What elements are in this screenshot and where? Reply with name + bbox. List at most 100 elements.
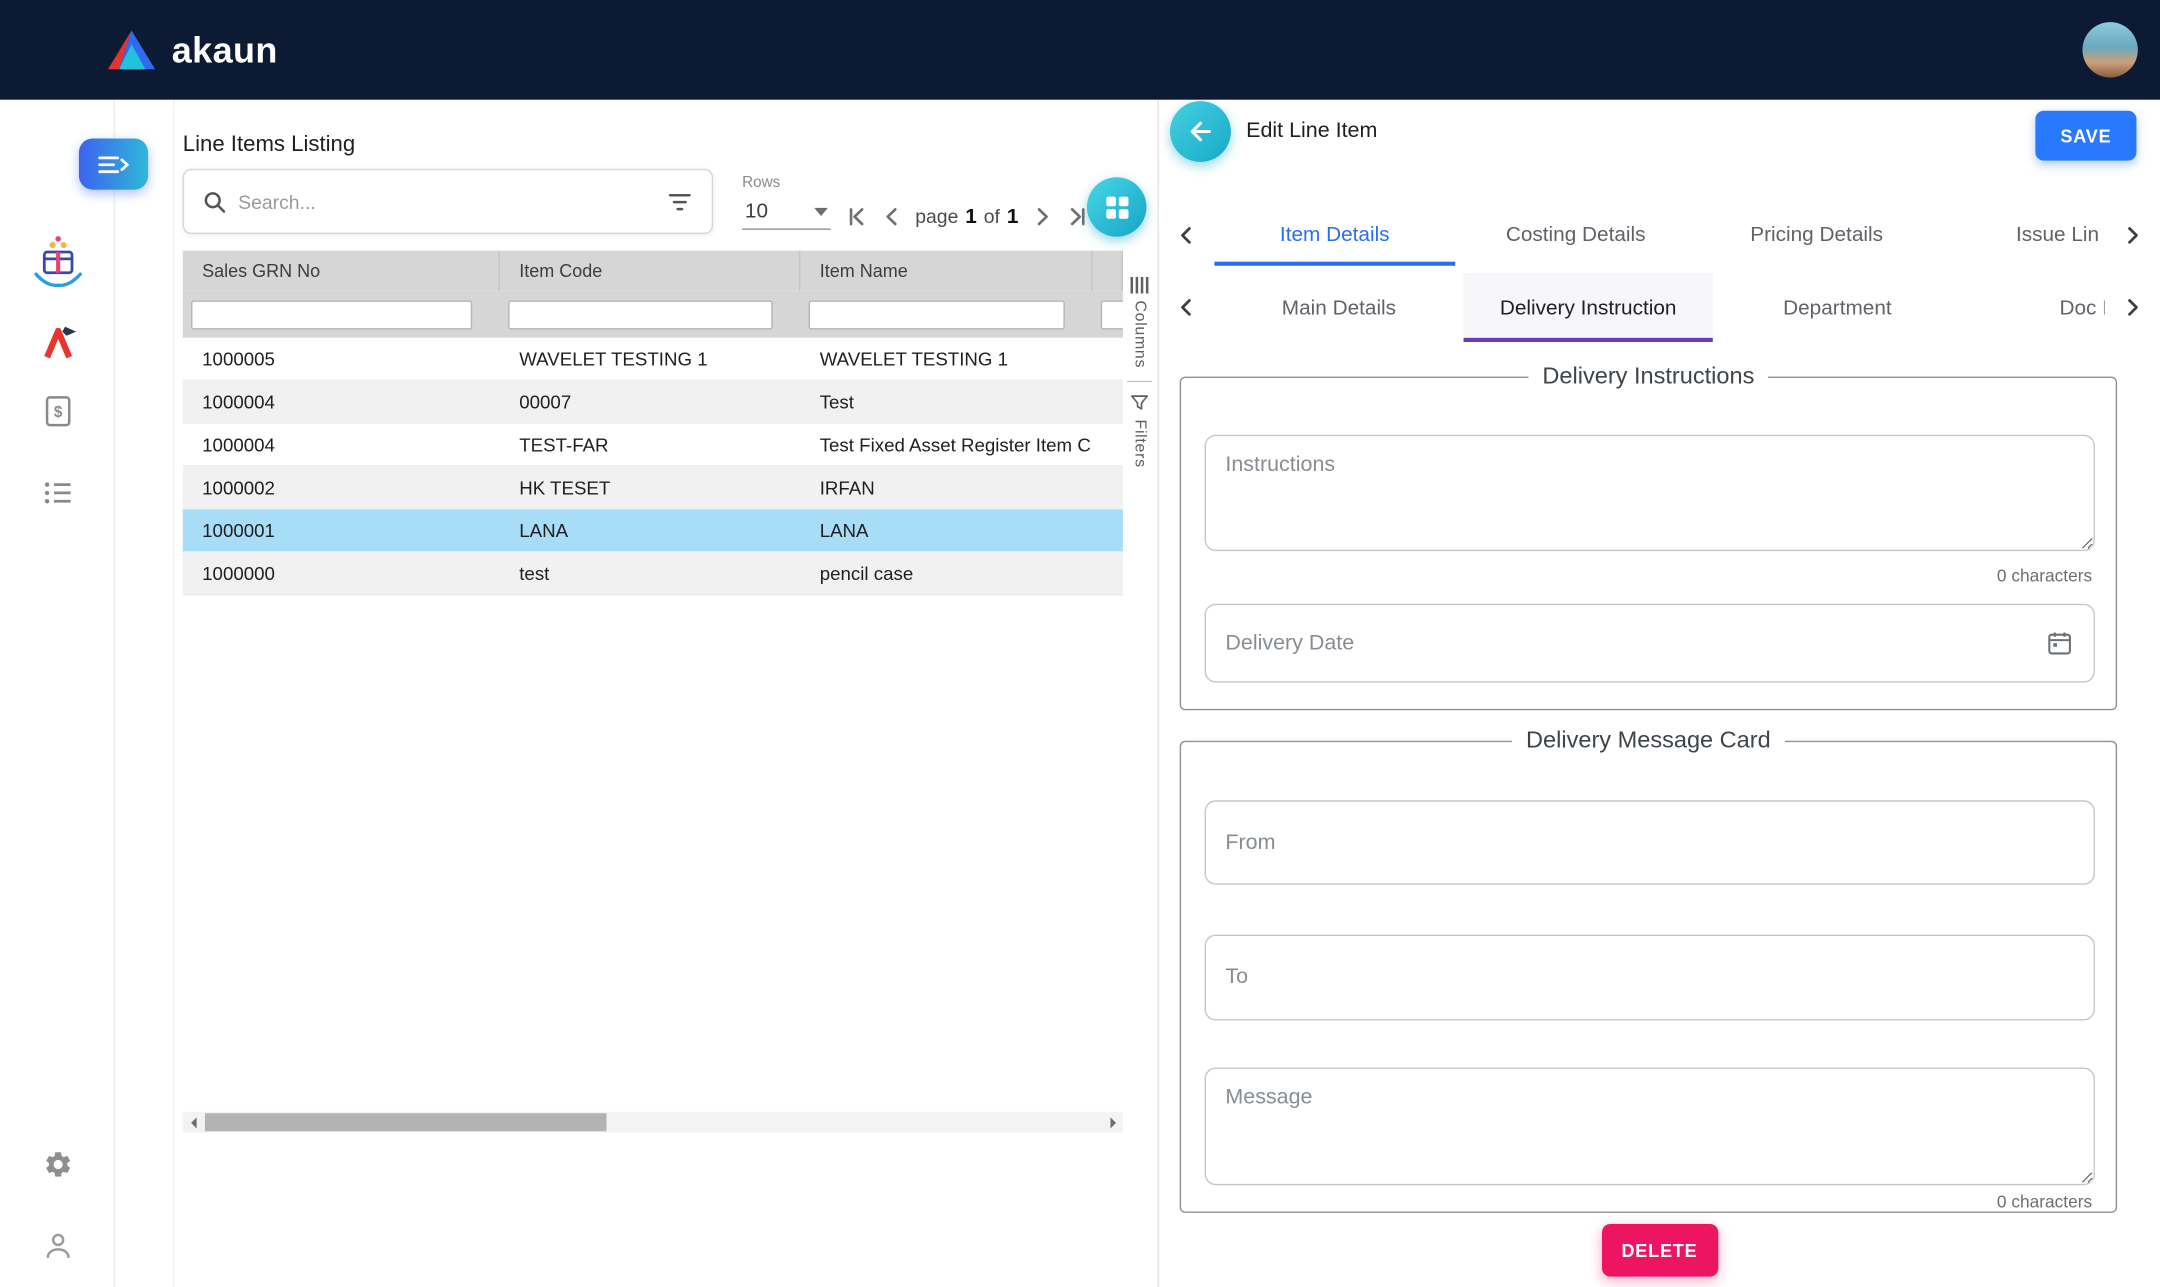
brand-logo-icon [105,28,158,72]
column-header-partial [1092,251,1122,291]
export-red-icon[interactable] [0,324,115,363]
brand: akaun [105,28,278,72]
filter-list-icon[interactable] [666,189,694,214]
filter-input-item-name[interactable] [809,300,1065,329]
table-row[interactable]: 1000005 WAVELET TESTING 1 WAVELET TESTIN… [183,338,1123,381]
calendar-icon[interactable] [2045,629,2074,658]
table-row[interactable]: 1000004 TEST-FAR Test Fixed Asset Regist… [183,424,1123,467]
filter-input-partial[interactable] [1101,300,1123,329]
pagination: page 1 of 1 [840,197,1093,236]
page-word: page [915,204,958,226]
subtabs-scroll-right-button[interactable] [2105,273,2160,342]
tabs-scroll-right-button[interactable] [2105,204,2160,266]
search-input[interactable] [238,190,666,212]
table-body: 1000005 WAVELET TESTING 1 WAVELET TESTIN… [183,338,1123,596]
app-root: akaun $ [0,0,2160,1287]
filters-funnel-icon [1128,392,1150,413]
page-current: 1 [965,204,977,228]
edit-line-item-panel: Edit Line Item SAVE Item Details Costing… [1158,100,2160,1287]
filter-input-item-code[interactable] [508,300,772,329]
scrollbar-thumb[interactable] [205,1113,607,1131]
delivery-date-input[interactable] [1225,631,2045,656]
table-header-row: Sales GRN No Item Code Item Name [183,251,1123,291]
scrollbar-track[interactable] [204,1112,1103,1133]
billing-doc-icon[interactable]: $ [0,393,115,429]
subtabs-scroll-left-button[interactable] [1159,273,1214,342]
rows-per-page-select[interactable]: 10 [742,195,831,230]
scroll-right-arrow[interactable] [1102,1112,1123,1133]
tab-doc-lines[interactable]: Doc L [1962,273,2105,342]
tabs-scroll-left-button[interactable] [1159,204,1214,266]
grid-view-button[interactable] [1087,177,1147,237]
cell-item-code: test [500,563,800,584]
filter-input-sales-grn-no[interactable] [191,300,472,329]
tab-issue-lines[interactable]: Issue Lin [1937,204,2105,266]
from-input[interactable] [1225,830,2074,855]
column-header-item-code[interactable]: Item Code [500,251,800,291]
rows-label: Rows [742,174,833,191]
from-field [1205,800,2095,884]
page-indicator: page 1 of 1 [915,204,1018,228]
page-total: 1 [1007,204,1019,228]
columns-toggle[interactable]: Columns [1131,300,1148,368]
next-page-button[interactable] [1025,198,1058,234]
topbar: akaun [0,0,2160,100]
scroll-left-arrow[interactable] [183,1112,204,1133]
tab-main-details[interactable]: Main Details [1214,273,1463,342]
to-input[interactable] [1225,965,2074,990]
menu-list-icon[interactable] [0,479,115,507]
table-filter-row [183,291,1123,338]
delivery-message-card-group: Delivery Message Card 0 characters [1180,727,2117,1213]
svg-text:$: $ [53,404,62,421]
delivery-instructions-group: Delivery Instructions 0 characters [1180,363,2117,711]
cell-item-code: 00007 [500,391,800,412]
tab-costing-details[interactable]: Costing Details [1455,204,1696,266]
first-page-button[interactable] [840,198,873,234]
message-char-counter: 0 characters [1997,1192,2092,1211]
secondary-tabs-clip: Main Details Delivery Instruction Depart… [1214,273,2104,342]
page-title: Line Items Listing [183,133,355,158]
message-textarea[interactable] [1205,1068,2095,1186]
cell-item-name: Test [800,391,1092,412]
cell-item-name: IRFAN [800,477,1092,498]
horizontal-scrollbar [183,1112,1123,1133]
table-side-strip: Columns Filters [1123,277,1156,468]
table-row[interactable]: 1000000 test pencil case [183,552,1123,595]
cell-sales-grn-no: 1000001 [183,520,500,541]
column-header-sales-grn-no[interactable]: Sales GRN No [183,251,500,291]
primary-tabs: Item Details Costing Details Pricing Det… [1159,204,2160,266]
tab-delivery-instruction[interactable]: Delivery Instruction [1464,273,1713,342]
rows-value: 10 [745,199,768,223]
cell-item-code: TEST-FAR [500,434,800,455]
cell-sales-grn-no: 1000002 [183,477,500,498]
table-row[interactable]: 1000002 HK TESET IRFAN [183,467,1123,510]
tab-pricing-details[interactable]: Pricing Details [1696,204,1937,266]
filters-toggle[interactable]: Filters [1131,419,1148,467]
tab-department[interactable]: Department [1713,273,1962,342]
strip-divider [1127,381,1152,382]
cell-item-name: WAVELET TESTING 1 [800,348,1092,369]
columns-grip-icon [1130,277,1149,294]
of-word: of [984,204,1000,226]
cell-item-name: pencil case [800,563,1092,584]
settings-gear-icon[interactable] [0,1149,115,1179]
line-items-table: Sales GRN No Item Code Item Name 1000005… [183,251,1123,596]
playlist-icon [97,152,130,177]
pos-app-icon[interactable] [0,233,115,294]
table-row[interactable]: 1000001 LANA LANA [183,510,1123,553]
tab-item-details[interactable]: Item Details [1214,204,1455,266]
editor-title: Edit Line Item [1246,100,1377,164]
save-button[interactable]: SAVE [2035,111,2136,161]
column-header-item-name[interactable]: Item Name [800,251,1092,291]
search-icon [202,189,227,214]
back-button[interactable] [1170,101,1231,162]
brand-name: akaun [172,28,278,71]
prev-page-button[interactable] [875,198,908,234]
profile-icon[interactable] [0,1230,115,1263]
delete-button[interactable]: DELETE [1601,1224,1717,1277]
instructions-textarea[interactable] [1205,435,2095,551]
active-module-pill[interactable] [79,138,148,189]
back-icon [1185,116,1215,146]
user-avatar[interactable] [2082,22,2137,77]
table-row[interactable]: 1000004 00007 Test [183,381,1123,424]
